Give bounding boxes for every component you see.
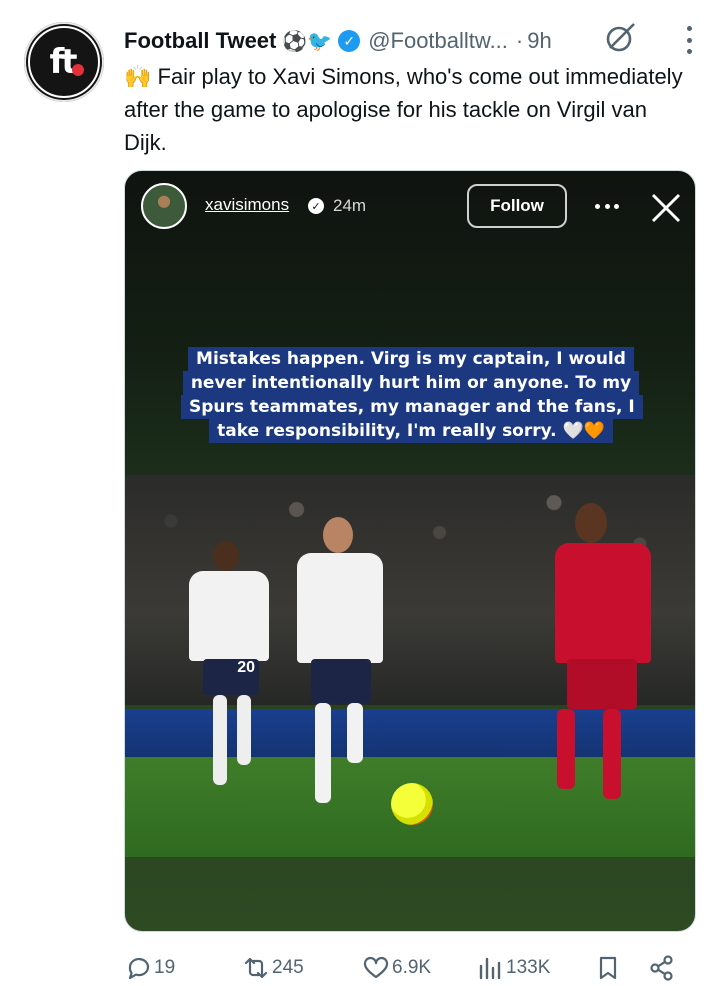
tweet-media[interactable]: xavisimons ✓ 24m Follow Mistakes happen.… <box>124 170 696 932</box>
follow-button[interactable]: Follow <box>467 184 567 228</box>
repost-icon <box>244 957 268 979</box>
reply-button[interactable]: 19 <box>124 954 175 982</box>
views-count: 133K <box>506 957 551 978</box>
reply-count: 19 <box>154 957 176 978</box>
close-icon[interactable] <box>649 191 683 225</box>
player-center <box>281 517 391 817</box>
tweet-actions: 19 245 6.9K 133K <box>124 950 684 986</box>
reply-icon <box>128 957 150 980</box>
separator: · <box>515 28 524 53</box>
football <box>391 783 433 825</box>
tweet-text: 🙌 Fair play to Xavi Simons, who's come o… <box>124 64 683 155</box>
repost-button[interactable]: 245 <box>242 954 304 982</box>
story-more-icon[interactable] <box>595 204 619 210</box>
ft-logo: ft <box>49 42 77 82</box>
repost-count: 245 <box>272 957 304 978</box>
grok-icon[interactable] <box>604 20 638 54</box>
heart-icon <box>363 956 389 979</box>
like-count: 6.9K <box>392 957 432 978</box>
player-right <box>537 503 657 823</box>
avatar-ring: ft <box>28 26 100 98</box>
tweet-time[interactable]: 9h <box>527 28 551 54</box>
author-handle[interactable]: @Footballtw... <box>368 28 508 54</box>
story-avatar[interactable] <box>141 183 187 229</box>
story-caption-text: Mistakes happen. Virg is my captain, I w… <box>181 347 643 443</box>
share-button[interactable] <box>648 954 676 982</box>
author-name[interactable]: Football Tweet <box>124 28 276 54</box>
author-avatar[interactable]: ft <box>24 22 104 102</box>
like-button[interactable]: 6.9K <box>362 954 431 982</box>
views-button[interactable]: 133K <box>476 954 550 982</box>
story-time: 24m <box>333 196 367 215</box>
bookmark-button[interactable] <box>594 954 622 982</box>
match-photo: 20 <box>125 475 695 857</box>
bookmark-icon <box>599 956 617 980</box>
verified-check-icon: ✓ <box>338 30 361 52</box>
author-badges: ⚽🐦 <box>282 30 333 53</box>
share-icon <box>650 955 673 981</box>
ball-icon <box>72 64 84 76</box>
kit-number: 20 <box>203 659 259 695</box>
story-verified-icon: ✓ <box>308 198 324 214</box>
story-username[interactable]: xavisimons <box>205 195 289 215</box>
more-vertical-icon[interactable] <box>684 26 694 54</box>
story-caption: Mistakes happen. Virg is my captain, I w… <box>181 347 643 443</box>
player-left: 20 <box>183 541 273 801</box>
views-icon <box>479 957 501 980</box>
